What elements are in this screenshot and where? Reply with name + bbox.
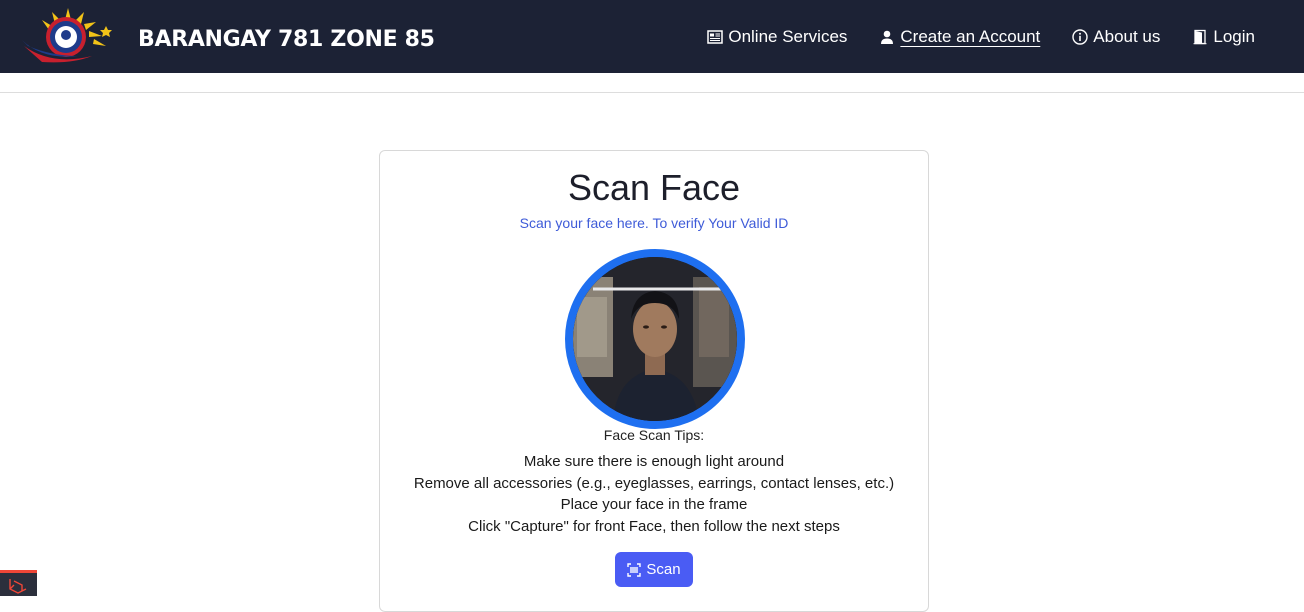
tip-item: Place your face in the frame [560, 496, 748, 513]
tip-item: Remove all accessories (e.g., eyeglasses… [413, 474, 895, 492]
nav-create-account[interactable]: Create an Account [879, 27, 1040, 47]
main-nav: Online Services Create an Account About … [707, 0, 1255, 73]
nav-create-account-label: Create an Account [900, 26, 1041, 46]
nav-online-services-label: Online Services [728, 26, 848, 46]
page-title: Scan Face [567, 167, 741, 208]
laravel-icon [9, 579, 27, 594]
info-icon [1072, 28, 1088, 45]
nav-login[interactable]: Login [1192, 27, 1255, 47]
camera-preview [565, 249, 745, 429]
tip-item: Make sure there is enough light around [523, 453, 785, 470]
scan-icon [627, 562, 642, 577]
tip-item: Click "Capture" for front Face, then fol… [468, 517, 840, 535]
person-icon [879, 29, 895, 45]
debug-toolbar-toggle[interactable] [0, 570, 37, 596]
brand[interactable]: BARANGAY 781 ZONE 85 [22, 6, 435, 68]
scan-face-card: Scan Face Scan your face here. To verify… [379, 150, 929, 612]
scan-button[interactable]: Scan [615, 552, 693, 587]
barangay-seal-logo [22, 6, 112, 68]
brand-name: BARANGAY 781 ZONE 85 [138, 27, 435, 52]
page-subtitle: Scan your face here. To verify Your Vali… [519, 215, 789, 231]
top-navbar: BARANGAY 781 ZONE 85 Online Services Cre… [0, 0, 1304, 73]
scan-button-label: Scan [646, 561, 681, 578]
nav-about-us-label: About us [1093, 26, 1161, 46]
divider [0, 92, 1304, 93]
door-icon [1192, 29, 1208, 45]
newspaper-icon [707, 29, 724, 45]
nav-online-services[interactable]: Online Services [707, 27, 847, 47]
tips-heading: Face Scan Tips: [603, 427, 705, 443]
tips-list: Make sure there is enough light around R… [380, 451, 928, 537]
nav-about-us[interactable]: About us [1072, 27, 1160, 47]
nav-login-label: Login [1213, 26, 1255, 46]
